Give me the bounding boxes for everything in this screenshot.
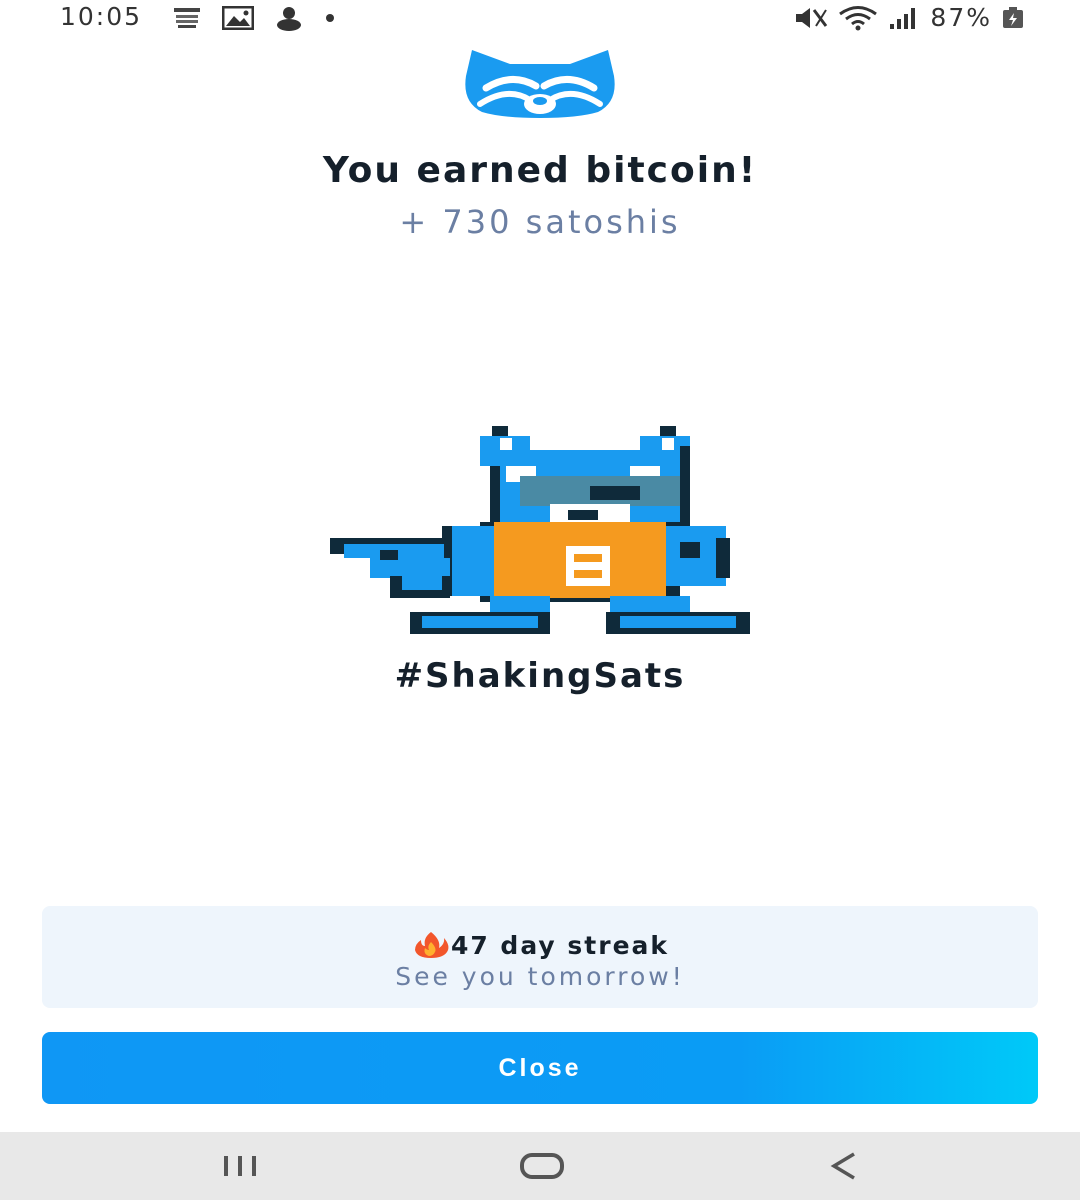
- hashtag-label: #ShakingSats: [394, 656, 686, 696]
- gallery-icon: [222, 6, 254, 30]
- battery-icon: [1003, 6, 1023, 28]
- back-icon[interactable]: [814, 1150, 874, 1182]
- status-time: 10:05: [60, 2, 143, 31]
- fire-icon: [414, 932, 449, 958]
- wifi-icon: [839, 5, 878, 30]
- person-icon: [277, 7, 301, 31]
- home-icon[interactable]: [512, 1150, 572, 1182]
- reward-title: You earned bitcoin!: [322, 150, 758, 191]
- signal-icon: [890, 7, 916, 29]
- raccoon-logo-icon: [465, 50, 615, 118]
- streak-message: See you tomorrow!: [395, 962, 685, 991]
- streak-line: 47 day streak: [42, 930, 1038, 960]
- streak-card: 47 day streak See you tomorrow!: [42, 906, 1038, 1008]
- streak-label: 47 day streak: [450, 931, 670, 960]
- pixel-raccoon-mascot-icon: [330, 426, 750, 634]
- recents-icon[interactable]: [210, 1150, 270, 1182]
- state-news-icon: [174, 8, 200, 28]
- mute-icon: [796, 7, 828, 28]
- status-bar: 10:05 87%: [0, 0, 1080, 36]
- notification-icons: [172, 5, 336, 31]
- close-button[interactable]: Close: [42, 1032, 1038, 1104]
- navigation-bar: [0, 1132, 1080, 1200]
- dot-icon: [326, 14, 334, 22]
- battery-percentage: 87%: [930, 3, 992, 32]
- system-icons: 87%: [794, 3, 1024, 32]
- reward-amount: + 730 satoshis: [399, 203, 681, 241]
